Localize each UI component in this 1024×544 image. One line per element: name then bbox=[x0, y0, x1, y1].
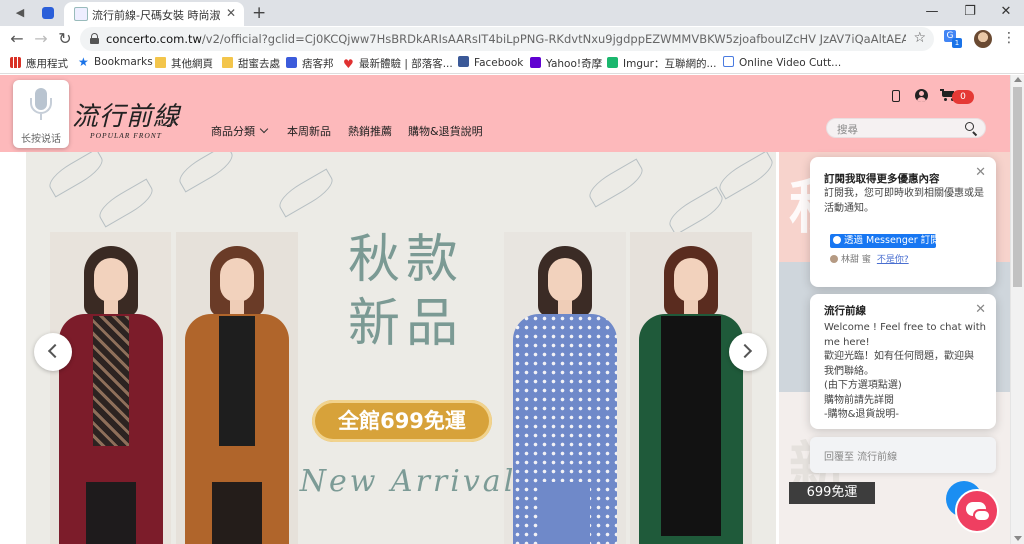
bookmark-other-pages[interactable]: 其他網頁 bbox=[155, 56, 213, 71]
banner-price-tag: 699免運 bbox=[789, 482, 875, 504]
chevron-down-icon bbox=[259, 124, 269, 134]
not-me-link[interactable]: 不是你? bbox=[877, 255, 909, 265]
heart-icon: ♥ bbox=[343, 57, 354, 71]
tab-title: 流行前線-尺碼女裝 時尚淑女的首 bbox=[92, 9, 220, 22]
pixnet-icon bbox=[286, 57, 297, 68]
tab-close-icon[interactable]: ✕ bbox=[226, 6, 236, 20]
bookmark-facebook[interactable]: Facebook bbox=[458, 56, 523, 69]
address-bar[interactable]: concerto.com.tw/v2/official?gclid=Cj0KCQ… bbox=[80, 27, 934, 51]
bookmark-pixnet[interactable]: 痞客邦 bbox=[286, 56, 334, 71]
free-shipping-badge[interactable]: 全館699免運 bbox=[312, 400, 492, 442]
hero-banner[interactable]: 秋款 新品 全館699免運 New Arrival bbox=[26, 152, 776, 544]
slider-prev-button[interactable] bbox=[34, 333, 72, 371]
bookmark-sweet-places[interactable]: 甜蜜去處 bbox=[222, 56, 280, 71]
browser-tab-bar: ◀︎ 流行前線-尺碼女裝 時尚淑女的首 ✕ + — ❐ ✕ bbox=[0, 0, 1024, 26]
close-icon[interactable]: ✕ bbox=[975, 165, 986, 180]
facebook-icon bbox=[458, 56, 469, 67]
leaf-decoration bbox=[274, 168, 338, 218]
leaf-decoration bbox=[44, 152, 108, 198]
leaf-decoration bbox=[174, 152, 238, 193]
subscriber-info: 林甜 蜜不是你? bbox=[830, 252, 909, 265]
nav-new-this-week[interactable]: 本周新品 bbox=[287, 123, 331, 139]
bookmark-latest-experience[interactable]: ♥ 最新體驗 | 部落客... bbox=[343, 56, 453, 71]
messenger-icon bbox=[833, 236, 841, 244]
voice-input-label: 长按说话 bbox=[21, 134, 61, 145]
subscribe-popup-title: 訂閱我取得更多優惠內容 bbox=[824, 173, 940, 185]
star-icon: ★ bbox=[78, 55, 89, 69]
active-tab[interactable]: 流行前線-尺碼女裝 時尚淑女的首 ✕ bbox=[64, 2, 244, 26]
leaf-decoration bbox=[714, 152, 776, 200]
chat-reply-input[interactable]: 回覆至 流行前線 bbox=[810, 437, 996, 473]
tab-favicon-icon bbox=[74, 7, 88, 21]
forward-button[interactable]: → bbox=[32, 29, 50, 48]
close-window-button[interactable]: ✕ bbox=[996, 4, 1016, 19]
chat-popup: ✕ 流行前線 Welcome ! Feel free to chat with … bbox=[810, 294, 996, 429]
model-photo-burgundy bbox=[50, 232, 171, 544]
cart-count-badge: 0 bbox=[952, 90, 974, 104]
browser-menu-icon[interactable]: ⋮ bbox=[1002, 30, 1016, 46]
messenger-subscribe-button[interactable]: 透過 Messenger 訂閱 bbox=[830, 234, 940, 248]
subscribe-popup-body: 訂閱我，您可即時收到相關優惠或是活動通知。 bbox=[824, 188, 984, 214]
voice-input-widget[interactable]: 长按说话 bbox=[13, 80, 69, 148]
reload-button[interactable]: ↻ bbox=[56, 29, 74, 48]
lock-icon[interactable] bbox=[90, 33, 99, 44]
close-icon[interactable]: ✕ bbox=[975, 302, 986, 317]
page-scrollbar[interactable] bbox=[1010, 75, 1024, 544]
profile-avatar[interactable] bbox=[974, 30, 992, 48]
browser-toolbar: ← → ↻ concerto.com.tw/v2/official?gclid=… bbox=[0, 26, 1024, 52]
model-photo-trench bbox=[176, 232, 298, 544]
nav-shopping-guide[interactable]: 購物&退貨說明 bbox=[408, 123, 483, 139]
model-photo-green-cardigan bbox=[630, 232, 752, 544]
bookmarks-bar: 應用程式 ★ Bookmarks 其他網頁 甜蜜去處 痞客邦 ♥ 最新體驗 | 部落… bbox=[0, 52, 1024, 74]
folder-icon bbox=[155, 57, 166, 68]
chat-message: Welcome ! Feel free to chat with me here… bbox=[824, 322, 986, 420]
bookmark-bookmarks[interactable]: ★ Bookmarks bbox=[78, 56, 153, 68]
yahoo-icon bbox=[530, 57, 541, 68]
back-button[interactable]: ← bbox=[8, 29, 26, 48]
leaf-decoration bbox=[664, 186, 728, 236]
chevron-right-icon bbox=[737, 343, 753, 359]
folder-icon bbox=[222, 57, 233, 68]
avatar bbox=[830, 255, 838, 263]
nav-products[interactable]: 商品分類 bbox=[211, 123, 269, 139]
url-text[interactable]: concerto.com.tw/v2/official?gclid=Cj0KCQ… bbox=[106, 32, 906, 46]
bookmark-star-icon[interactable]: ☆ bbox=[913, 30, 926, 46]
translate-extension-icon[interactable]: G1 bbox=[944, 30, 962, 48]
search-icon[interactable] bbox=[965, 122, 978, 137]
chevron-left-icon bbox=[47, 343, 63, 359]
leaf-decoration bbox=[584, 158, 648, 208]
search-placeholder: 搜尋 bbox=[837, 124, 858, 136]
slider-next-button[interactable] bbox=[729, 333, 767, 371]
page-icon bbox=[723, 56, 734, 67]
hero-title: 秋款 新品 bbox=[347, 230, 464, 354]
pinned-tab-favicon-icon bbox=[42, 7, 54, 19]
subscribe-popup: ✕ 訂閱我取得更多優惠內容 訂閱我，您可即時收到相關優惠或是活動通知。 透過 M… bbox=[810, 157, 996, 287]
user-icon[interactable] bbox=[915, 89, 928, 102]
audio-tab-icon[interactable]: ◀︎ bbox=[12, 5, 28, 21]
minimize-button[interactable]: — bbox=[922, 4, 942, 19]
chat-popup-title: 流行前線 bbox=[824, 305, 866, 317]
search-input[interactable]: 搜尋 bbox=[826, 118, 986, 138]
restore-button[interactable]: ❐ bbox=[960, 4, 980, 19]
bookmark-yahoo[interactable]: Yahoo!奇摩 bbox=[530, 56, 602, 71]
reply-placeholder: 回覆至 流行前線 bbox=[824, 452, 898, 463]
bookmark-apps[interactable]: 應用程式 bbox=[10, 56, 68, 71]
scroll-thumb[interactable] bbox=[1013, 87, 1022, 287]
pinned-tab[interactable] bbox=[36, 2, 62, 26]
scroll-up-arrow-icon[interactable] bbox=[1014, 77, 1022, 82]
apps-icon bbox=[10, 57, 21, 68]
bookmark-video-cutter[interactable]: Online Video Cutt... bbox=[723, 56, 841, 69]
nav-hot[interactable]: 熱銷推薦 bbox=[348, 123, 392, 139]
imgur-icon bbox=[607, 57, 618, 68]
new-tab-button[interactable]: + bbox=[252, 3, 266, 23]
scroll-down-arrow-icon[interactable] bbox=[1014, 536, 1022, 541]
bookmark-imgur[interactable]: Imgur：互聯網的... bbox=[607, 56, 716, 71]
hero-script-text: New Arrival bbox=[299, 464, 517, 499]
microphone-icon bbox=[30, 88, 52, 122]
chat-launcher-icon[interactable] bbox=[955, 489, 999, 533]
phone-icon[interactable] bbox=[892, 90, 900, 102]
leaf-decoration bbox=[94, 178, 158, 228]
